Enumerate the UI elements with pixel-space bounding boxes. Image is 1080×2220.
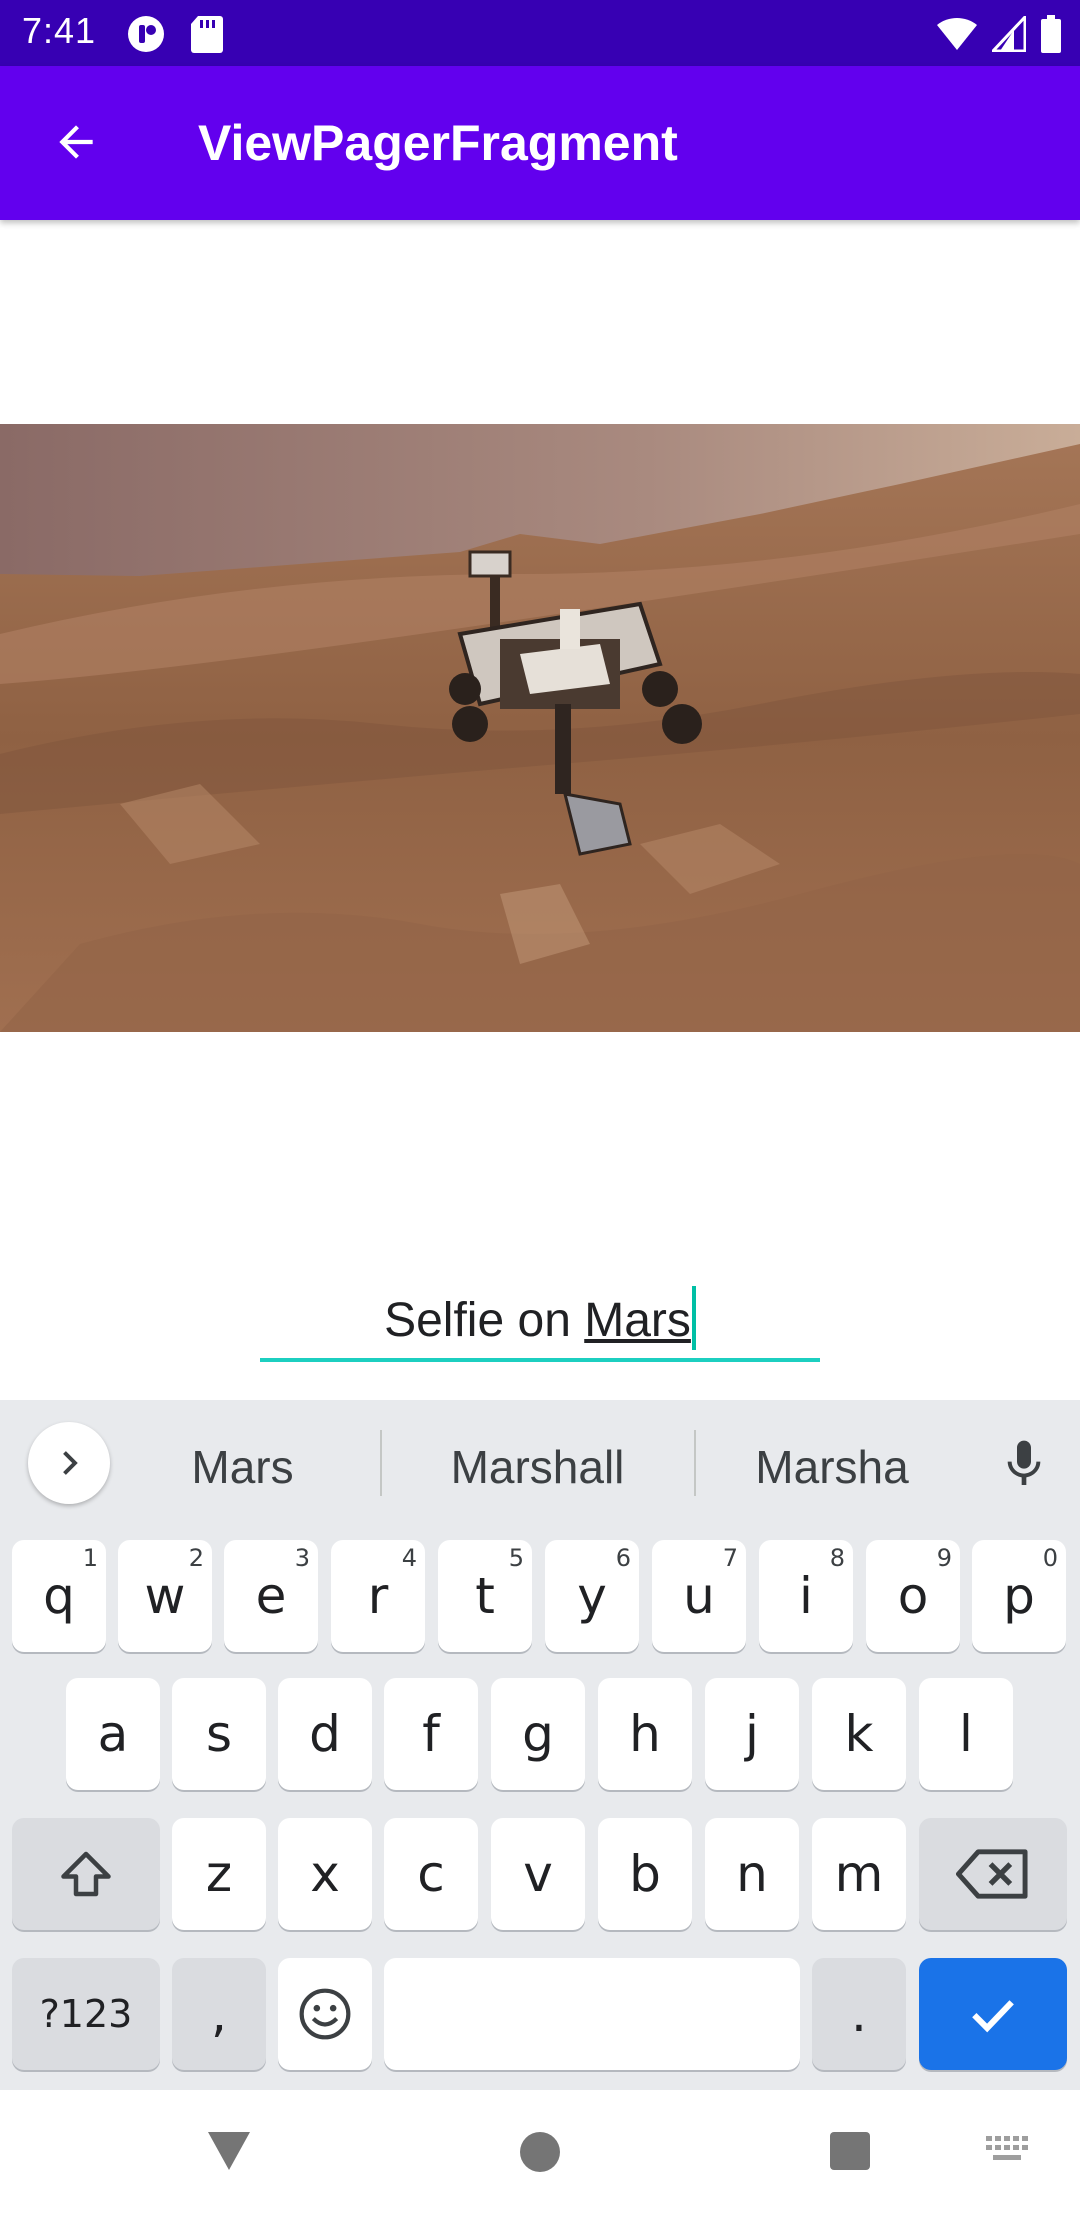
- key-label: w: [144, 1567, 186, 1625]
- nav-home-icon[interactable]: [518, 2130, 562, 2174]
- soft-keyboard: Mars Marshall Marsha q1 w2 e3 r4 t5 y6 u…: [0, 1400, 1080, 2090]
- key-label: y: [577, 1567, 607, 1625]
- key-b[interactable]: b: [598, 1818, 692, 1930]
- key-label: q: [43, 1567, 75, 1625]
- key-d[interactable]: d: [278, 1678, 372, 1790]
- nav-back-icon[interactable]: [206, 2130, 252, 2172]
- key-label: u: [683, 1567, 715, 1625]
- caption-input-text[interactable]: Selfie on Mars: [260, 1286, 820, 1350]
- key-y[interactable]: y6: [545, 1540, 639, 1652]
- key-hint: 9: [936, 1544, 952, 1572]
- key-hint: 3: [294, 1544, 310, 1572]
- page-title: ViewPagerFragment: [198, 115, 678, 171]
- key-hint: 7: [722, 1544, 738, 1572]
- key-label: e: [255, 1567, 287, 1625]
- key-hint: 0: [1042, 1544, 1058, 1572]
- back-button[interactable]: [40, 106, 112, 178]
- backspace-key[interactable]: [919, 1818, 1067, 1930]
- emoji-icon: [299, 1988, 351, 2040]
- status-time: 7:41: [22, 10, 97, 51]
- space-key[interactable]: [384, 1958, 800, 2070]
- key-hint: 8: [829, 1544, 845, 1572]
- keyboard-switch-icon[interactable]: [984, 2134, 1030, 2164]
- battery-icon: [1041, 15, 1061, 53]
- key-s[interactable]: s: [172, 1678, 266, 1790]
- key-g[interactable]: g: [491, 1678, 585, 1790]
- key-hint: 5: [508, 1544, 524, 1572]
- suggestion-divider: [694, 1430, 696, 1496]
- period-key[interactable]: .: [812, 1958, 906, 2070]
- composing-word: Mars: [584, 1294, 691, 1347]
- suggestion-1[interactable]: Mars: [140, 1440, 345, 1494]
- arrow-back-icon: [59, 125, 93, 159]
- key-label: p: [1003, 1567, 1035, 1625]
- key-label: o: [897, 1567, 929, 1625]
- suggestion-2[interactable]: Marshall: [400, 1440, 675, 1494]
- key-o[interactable]: o9: [866, 1540, 960, 1652]
- key-u[interactable]: u7: [652, 1540, 746, 1652]
- symbols-key[interactable]: ?123: [12, 1958, 160, 2070]
- key-q[interactable]: q1: [12, 1540, 106, 1652]
- suggestion-divider: [380, 1430, 382, 1496]
- key-label: t: [475, 1567, 495, 1625]
- shift-icon: [61, 1851, 111, 1897]
- key-r[interactable]: r4: [331, 1540, 425, 1652]
- key-hint: 1: [82, 1544, 98, 1572]
- expand-toolbar-button[interactable]: [28, 1422, 110, 1504]
- key-f[interactable]: f: [384, 1678, 478, 1790]
- caption-underline: [260, 1358, 820, 1362]
- nav-recents-icon[interactable]: [828, 2130, 872, 2172]
- notification-app-icon: [128, 16, 164, 52]
- key-p[interactable]: p0: [972, 1540, 1066, 1652]
- key-z[interactable]: z: [172, 1818, 266, 1930]
- suggestion-3[interactable]: Marsha: [712, 1440, 952, 1494]
- text-cursor: [691, 1286, 696, 1350]
- wifi-icon: [937, 17, 977, 50]
- key-label: i: [799, 1567, 813, 1625]
- microphone-icon[interactable]: [996, 1434, 1052, 1494]
- key-hint: 6: [615, 1544, 631, 1572]
- sd-card-icon: [191, 16, 223, 53]
- key-n[interactable]: n: [705, 1818, 799, 1930]
- key-hint: 4: [401, 1544, 417, 1572]
- key-label: r: [367, 1567, 389, 1625]
- key-i[interactable]: i8: [759, 1540, 853, 1652]
- key-h[interactable]: h: [598, 1678, 692, 1790]
- key-j[interactable]: j: [705, 1678, 799, 1790]
- mars-rover-photo: [0, 424, 1080, 1032]
- backspace-icon: [956, 1849, 1028, 1899]
- key-t[interactable]: t5: [438, 1540, 532, 1652]
- checkmark-icon: [972, 2000, 1014, 2033]
- comma-key[interactable]: ,: [172, 1958, 266, 2070]
- key-hint: 2: [188, 1544, 204, 1572]
- key-m[interactable]: m: [812, 1818, 906, 1930]
- key-a[interactable]: a: [66, 1678, 160, 1790]
- emoji-key[interactable]: [278, 1958, 372, 2070]
- status-bar: 7:41: [0, 0, 1080, 66]
- key-c[interactable]: c: [384, 1818, 478, 1930]
- key-x[interactable]: x: [278, 1818, 372, 1930]
- signal-icon: [992, 16, 1026, 52]
- shift-key[interactable]: [12, 1818, 160, 1930]
- key-e[interactable]: e3: [224, 1540, 318, 1652]
- caption-field[interactable]: Selfie on Mars: [260, 1272, 820, 1362]
- key-l[interactable]: l: [919, 1678, 1013, 1790]
- key-k[interactable]: k: [812, 1678, 906, 1790]
- suggestion-strip: Mars Marshall Marsha: [0, 1400, 1080, 1530]
- chevron-right-icon: [63, 1451, 78, 1475]
- key-v[interactable]: v: [491, 1818, 585, 1930]
- navigation-bar: [0, 2090, 1080, 2220]
- app-bar: ViewPagerFragment: [0, 66, 1080, 220]
- caption-text: Selfie on: [384, 1294, 585, 1347]
- done-key[interactable]: [919, 1958, 1067, 2070]
- key-w[interactable]: w2: [118, 1540, 212, 1652]
